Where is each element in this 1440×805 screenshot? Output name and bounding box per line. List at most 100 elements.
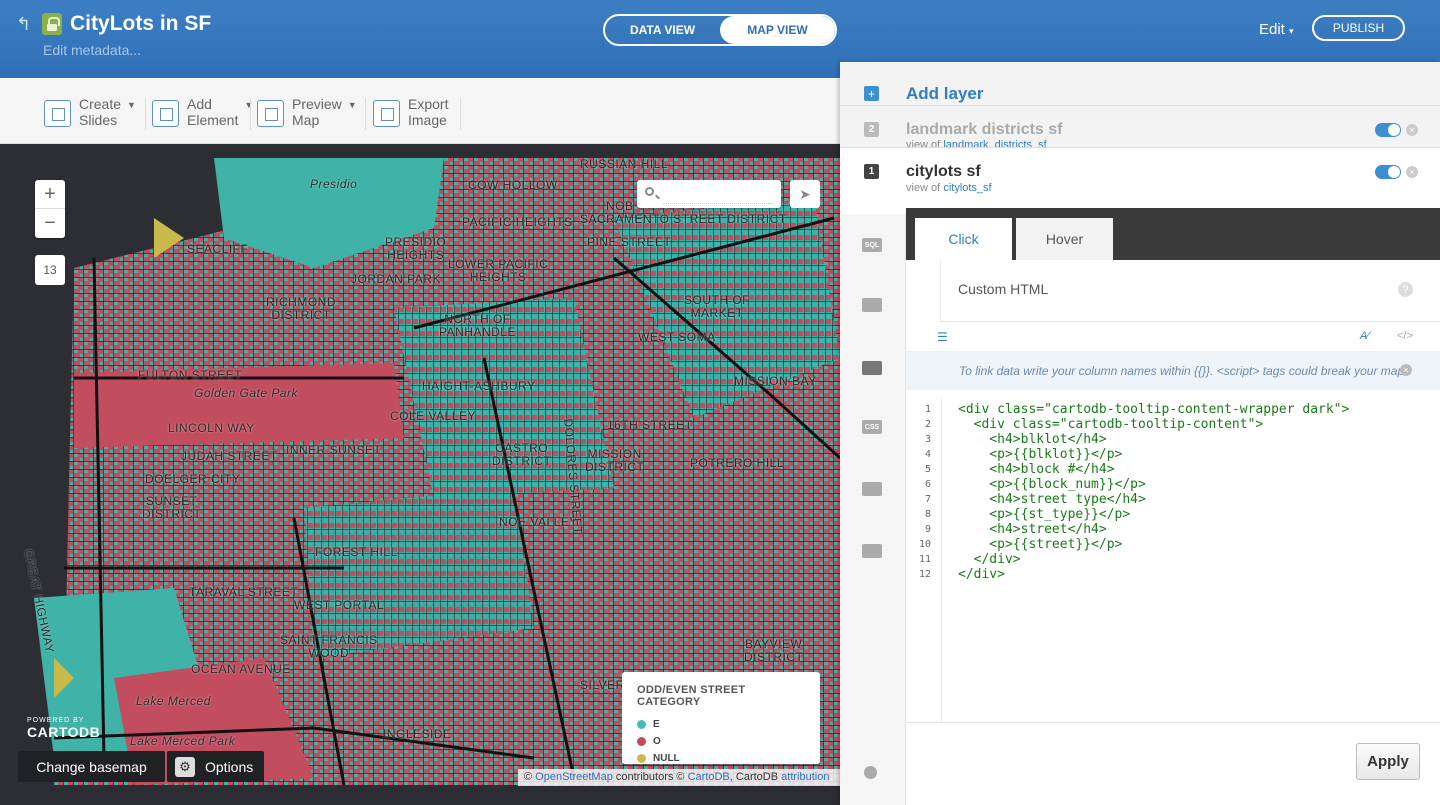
gear-icon: ⚙ [175, 756, 195, 777]
bar-chart-icon[interactable] [862, 544, 882, 558]
code-line[interactable]: <h4>street</h4> [958, 522, 1106, 537]
map-label: HAIGHT-ASHBURY [422, 379, 536, 393]
layer-source: view of landmark_districts_sf [906, 139, 1047, 147]
map-label: WEST SOMA [638, 330, 716, 344]
plus-icon[interactable]: + [864, 86, 879, 101]
zoom-out-button[interactable]: − [35, 209, 65, 238]
layer-table-link[interactable]: landmark_districts_sf [943, 139, 1046, 147]
apply-button[interactable]: Apply [1356, 743, 1420, 780]
code-line[interactable]: <p>{{street}}</p> [958, 537, 1122, 552]
layer-visibility-toggle[interactable] [1375, 123, 1401, 137]
cartodb-link[interactable]: CartoDB [688, 771, 730, 783]
visualization-title[interactable]: CityLots in SF [70, 12, 211, 36]
tool-label-line2: Element [187, 112, 239, 128]
layer-name[interactable]: landmark districts sf [906, 121, 1063, 139]
map-label: COW HOLLOW [468, 178, 558, 192]
map-label: MISSION DISTRICT [585, 447, 645, 474]
map-view-button[interactable]: MAP VIEW [720, 16, 835, 44]
tool-label-line1: Create [79, 96, 122, 112]
code-line[interactable]: <p>{{block_num}}</p> [958, 477, 1146, 492]
legend-label: NULL [653, 753, 680, 764]
map-label: 16TH STREET [607, 418, 693, 432]
powered-by-text: POWERED BY [27, 717, 85, 724]
map-search-input[interactable] [663, 184, 773, 204]
map-label: PINE STREET [587, 235, 672, 249]
close-hint-icon[interactable]: × [1400, 364, 1412, 376]
map-label: FOREST HILL [315, 545, 398, 559]
code-line[interactable]: <h4>block #</h4> [958, 462, 1114, 477]
code-line[interactable]: </div> [958, 552, 1021, 567]
chevron-down-icon: ▾ [1289, 26, 1294, 36]
help-icon[interactable]: ? [1398, 282, 1413, 297]
lock-icon[interactable] [42, 13, 62, 35]
map-label: DOELGER CITY [145, 472, 241, 486]
edit-metadata-link[interactable]: Edit metadata... [43, 42, 141, 58]
code-line[interactable]: <div class="cartodb-tooltip-content-wrap… [958, 402, 1349, 417]
legend-item: O [637, 733, 805, 750]
code-line[interactable]: <p>{{st_type}}</p> [958, 507, 1130, 522]
map-label: JORDAN PARK [351, 272, 441, 286]
map-search [637, 180, 781, 208]
layer-table-link[interactable]: citylots_sf [943, 182, 991, 194]
line-number: 8 [924, 509, 931, 520]
close-icon[interactable]: × [1406, 166, 1418, 178]
map-label: NORTH OF PANHANDLE [439, 312, 516, 339]
code-line[interactable]: <div class="cartodb-tooltip-content"> [958, 417, 1264, 432]
edit-menu-label: Edit [1259, 21, 1285, 38]
map-legend: ODD/EVEN STREET CATEGORY E O NULL [622, 672, 820, 764]
map-label: RUSSIAN HILL [580, 158, 669, 171]
css-icon[interactable]: CSS [862, 420, 882, 434]
openstreetmap-link[interactable]: OpenStreetMap [535, 771, 613, 783]
code-icon[interactable]: </> [1397, 330, 1413, 342]
close-icon[interactable]: × [1406, 124, 1418, 136]
lightbulb-icon[interactable] [864, 766, 877, 779]
attribution-link[interactable]: attribution [781, 771, 829, 783]
paper-plane-icon: ➤ [799, 185, 811, 202]
preview-map-button[interactable]: Preview Map ▼ [257, 96, 357, 132]
map-label: Presidio [310, 177, 358, 191]
sql-icon[interactable]: SQL [862, 238, 882, 252]
layer-number-badge: 2 [864, 122, 879, 137]
line-number: 6 [924, 479, 931, 490]
list-icon[interactable]: ☰ [937, 330, 948, 344]
caret-down-icon: ▼ [127, 100, 136, 110]
line-number: 5 [924, 464, 931, 475]
data-view-button[interactable]: DATA VIEW [605, 16, 720, 44]
code-line[interactable]: <p>{{blklot}}</p> [958, 447, 1122, 462]
format-text-icon[interactable]: A⁄ [1360, 330, 1369, 342]
map-label: WEST PORTAL [294, 598, 385, 612]
custom-html-label: Custom HTML [958, 281, 1049, 297]
publish-button[interactable]: PUBLISH [1312, 15, 1405, 41]
add-element-button[interactable]: Add Element ▼ [152, 96, 253, 132]
edit-menu[interactable]: Edit ▾ [1259, 21, 1294, 38]
tool-label-line1: Preview [292, 96, 342, 112]
layer-name[interactable]: citylots sf [906, 163, 981, 181]
legend-label: E [653, 719, 660, 730]
back-arrow-icon[interactable]: ↰ [16, 14, 31, 35]
toolbar-divider [250, 98, 251, 130]
add-layer-button[interactable]: Add layer [906, 84, 983, 104]
export-image-button[interactable]: Export Image [373, 96, 448, 132]
zoom-in-button[interactable]: + [35, 180, 65, 209]
tab-click[interactable]: Click [915, 218, 1012, 260]
create-slides-button[interactable]: Create Slides ▼ [44, 96, 136, 132]
tab-hover[interactable]: Hover [1016, 218, 1113, 260]
element-icon [152, 100, 179, 127]
layer-visibility-toggle[interactable] [1375, 165, 1401, 179]
infowindow-comment-icon[interactable] [862, 361, 882, 375]
map-label: SILVER [580, 678, 625, 692]
map-label: SEACLIFF [187, 242, 249, 256]
change-basemap-button[interactable]: Change basemap [18, 751, 165, 782]
view-toggle: DATA VIEW MAP VIEW [603, 14, 837, 46]
legend-icon[interactable] [862, 482, 882, 496]
code-line[interactable]: <h4>blklot</h4> [958, 432, 1106, 447]
code-line[interactable]: </div> [958, 567, 1005, 582]
wizard-brush-icon[interactable] [862, 298, 882, 312]
map-label: Lake Merced [136, 694, 211, 708]
code-line[interactable]: <h4>street type</h4> [958, 492, 1146, 507]
map-options-button[interactable]: ⚙ Options [167, 751, 264, 782]
tool-label-line2: Map [292, 112, 320, 128]
share-location-button[interactable]: ➤ [790, 180, 820, 208]
map-label: TARAVAL STREET [189, 585, 299, 599]
legend-swatch [637, 720, 646, 729]
